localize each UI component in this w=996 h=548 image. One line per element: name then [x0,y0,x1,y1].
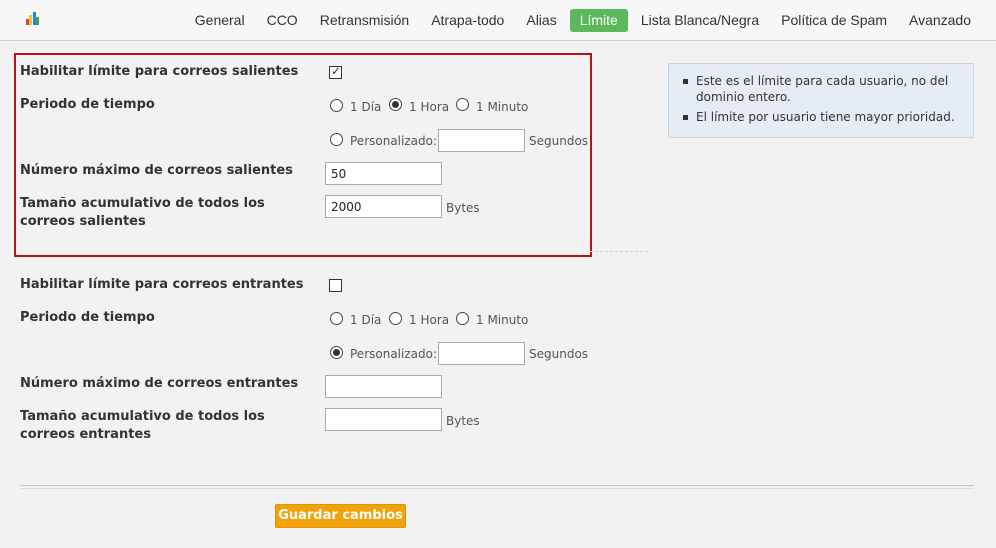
outgoing-period-hour-label: 1 Hora [409,100,450,114]
incoming-period-custom-label: Personalizado: [350,347,437,361]
incoming-size-label: Tamaño acumulativo de todos los correos … [20,409,265,442]
footer-divider [20,485,974,486]
incoming-bytes-unit: Bytes [446,414,480,428]
outgoing-size-label: Tamaño acumulativo de todos los correos … [20,196,265,229]
incoming-period-minute-label: 1 Minuto [476,313,529,327]
save-changes-button[interactable]: Guardar cambios [275,504,406,528]
outgoing-period-label: Periodo de tiempo [20,97,155,112]
section-divider [590,251,648,252]
info-item: El límite por usuario tiene mayor priori… [669,109,973,125]
tab-cco[interactable]: CCO [256,9,309,32]
incoming-period-day-label: 1 Día [350,313,382,327]
outgoing-period-minute-label: 1 Minuto [476,100,529,114]
bullet-icon [683,79,688,84]
incoming-max-count-label: Número máximo de correos entrantes [20,376,299,391]
outgoing-period-day-radio[interactable] [330,99,343,112]
tab-bar: General CCO Retransmisión Atrapa-todo Al… [184,8,982,32]
outgoing-bytes-unit: Bytes [446,201,480,215]
outgoing-max-count-label: Número máximo de correos salientes [20,163,293,178]
incoming-seconds-unit: Segundos [529,347,589,361]
incoming-period-custom-radio[interactable] [330,346,343,359]
tab-retransmision[interactable]: Retransmisión [309,9,420,32]
tab-general[interactable]: General [184,9,256,32]
footer-divider-shadow [20,488,974,489]
incoming-size-input[interactable] [325,408,442,431]
incoming-enable-checkbox[interactable] [329,279,342,292]
incoming-period-day-radio[interactable] [330,312,343,325]
incoming-custom-seconds-input[interactable] [438,342,525,365]
outgoing-enable-label: Habilitar límite para correos salientes [20,64,299,79]
incoming-period-hour-label: 1 Hora [409,313,450,327]
outgoing-period-custom-radio[interactable] [330,133,343,146]
outgoing-period-hour-radio[interactable] [389,98,402,111]
info-item: Este es el límite para cada usuario, no … [669,73,973,105]
incoming-max-count-input[interactable] [325,375,442,398]
outgoing-period-day-label: 1 Día [350,100,382,114]
tab-lista-blanca-negra[interactable]: Lista Blanca/Negra [630,9,770,32]
tab-alias[interactable]: Alias [515,9,567,32]
top-navigation-bar: General CCO Retransmisión Atrapa-todo Al… [0,0,996,41]
tab-politica-de-spam[interactable]: Política de Spam [770,9,898,32]
outgoing-size-input[interactable] [325,195,442,218]
outgoing-max-count-input[interactable] [325,162,442,185]
bar-chart-logo-icon [26,12,40,25]
incoming-period-label: Periodo de tiempo [20,310,155,325]
bullet-icon [683,115,688,120]
info-box: Este es el límite para cada usuario, no … [668,63,974,138]
outgoing-period-minute-radio[interactable] [456,98,469,111]
tab-limite[interactable]: Límite [569,8,628,32]
checkmark-icon: ✓ [331,64,342,78]
outgoing-custom-seconds-input[interactable] [438,129,525,152]
incoming-period-hour-radio[interactable] [389,312,402,325]
tab-avanzado[interactable]: Avanzado [898,9,982,32]
outgoing-period-custom-label: Personalizado: [350,134,437,148]
outgoing-enable-checkbox[interactable]: ✓ [329,64,342,79]
tab-atrapa-todo[interactable]: Atrapa-todo [420,9,515,32]
incoming-period-minute-radio[interactable] [456,312,469,325]
outgoing-seconds-unit: Segundos [529,134,589,148]
incoming-enable-label: Habilitar límite para correos entrantes [20,277,304,292]
